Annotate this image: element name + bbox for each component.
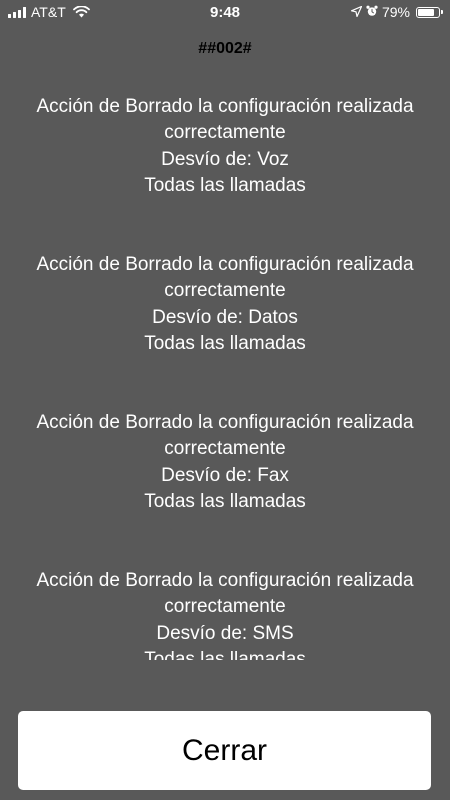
message-line: Todas las llamadas [144, 332, 306, 354]
message-line: Todas las llamadas [144, 648, 306, 660]
message-block: Acción de Borrado la configuración reali… [0, 568, 450, 660]
message-line: Desvío de: SMS [156, 622, 294, 644]
close-button[interactable]: Cerrar [18, 711, 431, 790]
status-left: AT&T [0, 4, 90, 20]
message-line: Desvío de: Fax [161, 464, 289, 486]
message-line: Todas las llamadas [144, 174, 306, 196]
battery-icon [416, 6, 443, 18]
message-line: Desvío de: Datos [152, 306, 298, 328]
message-line: Desvío de: Voz [161, 148, 289, 170]
messages-scroll-area[interactable]: Acción de Borrado la configuración reali… [0, 94, 450, 660]
ussd-code-title: ##002# [198, 40, 252, 57]
battery-fill [418, 8, 434, 16]
message-line: Acción de Borrado la configuración reali… [36, 570, 414, 591]
message-line: correctamente [164, 596, 286, 618]
message-line: Acción de Borrado la configuración reali… [36, 254, 414, 275]
message-line: correctamente [164, 438, 286, 460]
message-block: Acción de Borrado la configuración reali… [0, 94, 450, 252]
location-arrow-icon [350, 4, 363, 20]
status-right: 79% [350, 4, 450, 20]
message-line: correctamente [164, 280, 286, 302]
signal-icon [8, 6, 26, 18]
message-line: Acción de Borrado la configuración reali… [36, 412, 414, 433]
wifi-icon [72, 6, 90, 18]
message-line: Todas las llamadas [144, 490, 306, 512]
message-line: correctamente [164, 122, 286, 144]
message-block: Acción de Borrado la configuración reali… [0, 410, 450, 568]
carrier-label: AT&T [31, 4, 66, 20]
battery-percent: 79% [381, 4, 410, 20]
status-bar: AT&T 9:48 79% [0, 0, 450, 24]
alarm-icon [366, 4, 378, 20]
message-line: Acción de Borrado la configuración reali… [36, 96, 414, 117]
ussd-result-screen: AT&T 9:48 79% ##002# Acción de Borrado l… [0, 0, 450, 800]
message-block: Acción de Borrado la configuración reali… [0, 252, 450, 410]
